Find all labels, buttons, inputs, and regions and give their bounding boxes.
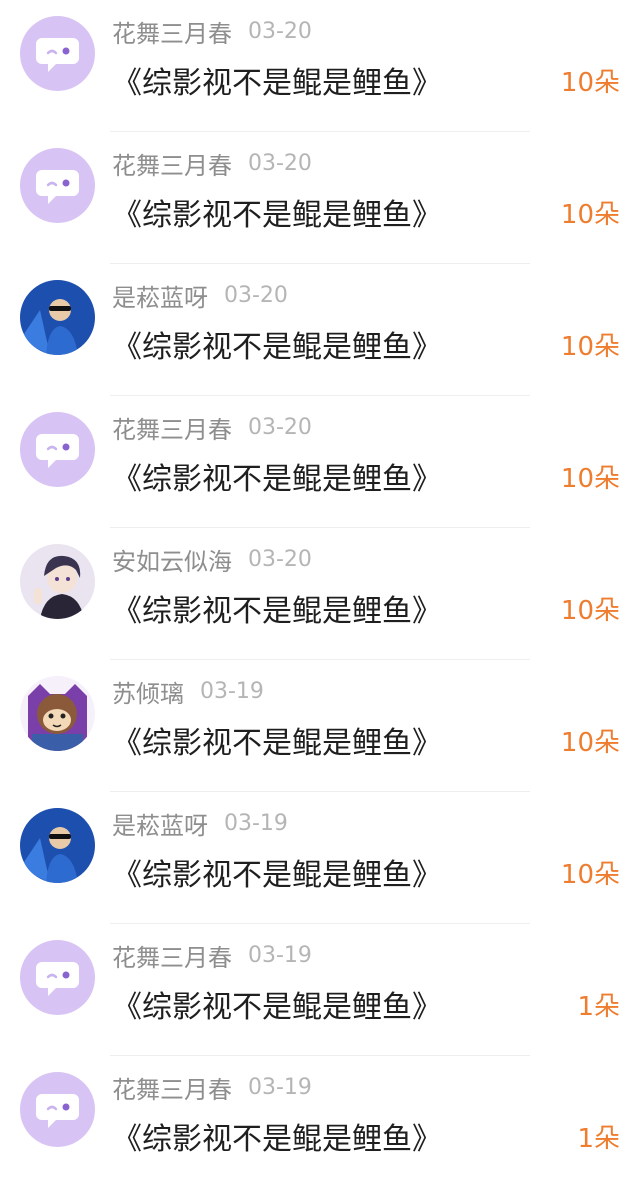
list-item[interactable]: 花舞三月春 03-19 《综影视不是鲲是鲤鱼》 1朵 xyxy=(0,1056,640,1179)
gift-amount: 10朵 xyxy=(560,728,620,758)
list-item[interactable]: 苏倾璃 03-19 《综影视不是鲲是鲤鱼》 10朵 xyxy=(0,660,640,792)
record-date: 03-20 xyxy=(248,415,312,440)
book-title: 《综影视不是鲲是鲤鱼》 xyxy=(112,990,442,1025)
username[interactable]: 花舞三月春 xyxy=(112,152,232,180)
book-title: 《综影视不是鲲是鲤鱼》 xyxy=(112,66,442,101)
record-meta: 是菘蓝呀 03-20 xyxy=(112,278,288,314)
anime-boy-avatar[interactable] xyxy=(20,544,95,619)
username[interactable]: 花舞三月春 xyxy=(112,944,232,972)
chat-bubble-icon xyxy=(36,170,79,204)
gift-amount: 1朵 xyxy=(577,1124,620,1154)
record-date: 03-19 xyxy=(224,811,288,836)
book-title: 《综影视不是鲲是鲤鱼》 xyxy=(112,858,442,893)
book-title: 《综影视不是鲲是鲤鱼》 xyxy=(112,726,442,761)
blue-photo-avatar[interactable] xyxy=(20,280,95,355)
record-date: 03-19 xyxy=(200,679,264,704)
record-meta: 安如云似海 03-20 xyxy=(112,542,312,578)
chat-bubble-icon xyxy=(36,434,79,468)
gift-amount: 10朵 xyxy=(560,68,620,98)
record-date: 03-20 xyxy=(248,19,312,44)
gift-amount: 1朵 xyxy=(577,992,620,1022)
person-photo-icon xyxy=(20,808,95,883)
cartoon-portrait-icon xyxy=(20,676,95,751)
anime-portrait-icon xyxy=(20,544,95,619)
chat-bubble-icon xyxy=(36,962,79,996)
gift-record-list: 花舞三月春 03-20 《综影视不是鲲是鲤鱼》 10朵 花舞三月春 03-20 《综… xyxy=(0,0,640,1179)
username[interactable]: 是菘蓝呀 xyxy=(112,812,208,840)
book-title: 《综影视不是鲲是鲤鱼》 xyxy=(112,462,442,497)
record-meta: 苏倾璃 03-19 xyxy=(112,674,264,710)
cartoon-character-avatar[interactable] xyxy=(20,676,95,751)
blue-photo-avatar[interactable] xyxy=(20,808,95,883)
list-item[interactable]: 是菘蓝呀 03-20 《综影视不是鲲是鲤鱼》 10朵 xyxy=(0,264,640,396)
username[interactable]: 花舞三月春 xyxy=(112,20,232,48)
list-item[interactable]: 花舞三月春 03-20 《综影视不是鲲是鲤鱼》 10朵 xyxy=(0,396,640,528)
record-meta: 是菘蓝呀 03-19 xyxy=(112,806,288,842)
gift-amount: 10朵 xyxy=(560,596,620,626)
book-title: 《综影视不是鲲是鲤鱼》 xyxy=(112,1122,442,1157)
record-meta: 花舞三月春 03-19 xyxy=(112,1070,312,1106)
book-title: 《综影视不是鲲是鲤鱼》 xyxy=(112,198,442,233)
list-item[interactable]: 花舞三月春 03-19 《综影视不是鲲是鲤鱼》 1朵 xyxy=(0,924,640,1056)
gift-amount: 10朵 xyxy=(560,332,620,362)
username[interactable]: 花舞三月春 xyxy=(112,416,232,444)
default-avatar[interactable] xyxy=(20,148,95,223)
gift-amount: 10朵 xyxy=(560,464,620,494)
default-avatar[interactable] xyxy=(20,412,95,487)
gift-amount: 10朵 xyxy=(560,200,620,230)
default-avatar[interactable] xyxy=(20,1072,95,1147)
record-meta: 花舞三月春 03-20 xyxy=(112,146,312,182)
list-item[interactable]: 安如云似海 03-20 《综影视不是鲲是鲤鱼》 10朵 xyxy=(0,528,640,660)
record-date: 03-20 xyxy=(248,547,312,572)
person-photo-icon xyxy=(20,280,95,355)
default-avatar[interactable] xyxy=(20,940,95,1015)
username[interactable]: 是菘蓝呀 xyxy=(112,284,208,312)
record-meta: 花舞三月春 03-20 xyxy=(112,410,312,446)
record-date: 03-20 xyxy=(224,283,288,308)
record-meta: 花舞三月春 03-20 xyxy=(112,14,312,50)
gift-amount: 10朵 xyxy=(560,860,620,890)
record-date: 03-19 xyxy=(248,1075,312,1100)
username[interactable]: 花舞三月春 xyxy=(112,1076,232,1104)
list-item[interactable]: 花舞三月春 03-20 《综影视不是鲲是鲤鱼》 10朵 xyxy=(0,132,640,264)
chat-bubble-icon xyxy=(36,38,79,72)
record-date: 03-20 xyxy=(248,151,312,176)
chat-bubble-icon xyxy=(36,1094,79,1128)
default-avatar[interactable] xyxy=(20,16,95,91)
book-title: 《综影视不是鲲是鲤鱼》 xyxy=(112,330,442,365)
username[interactable]: 苏倾璃 xyxy=(112,680,184,708)
list-item[interactable]: 花舞三月春 03-20 《综影视不是鲲是鲤鱼》 10朵 xyxy=(0,0,640,132)
username[interactable]: 安如云似海 xyxy=(112,548,232,576)
book-title: 《综影视不是鲲是鲤鱼》 xyxy=(112,594,442,629)
list-item[interactable]: 是菘蓝呀 03-19 《综影视不是鲲是鲤鱼》 10朵 xyxy=(0,792,640,924)
record-date: 03-19 xyxy=(248,943,312,968)
record-meta: 花舞三月春 03-19 xyxy=(112,938,312,974)
